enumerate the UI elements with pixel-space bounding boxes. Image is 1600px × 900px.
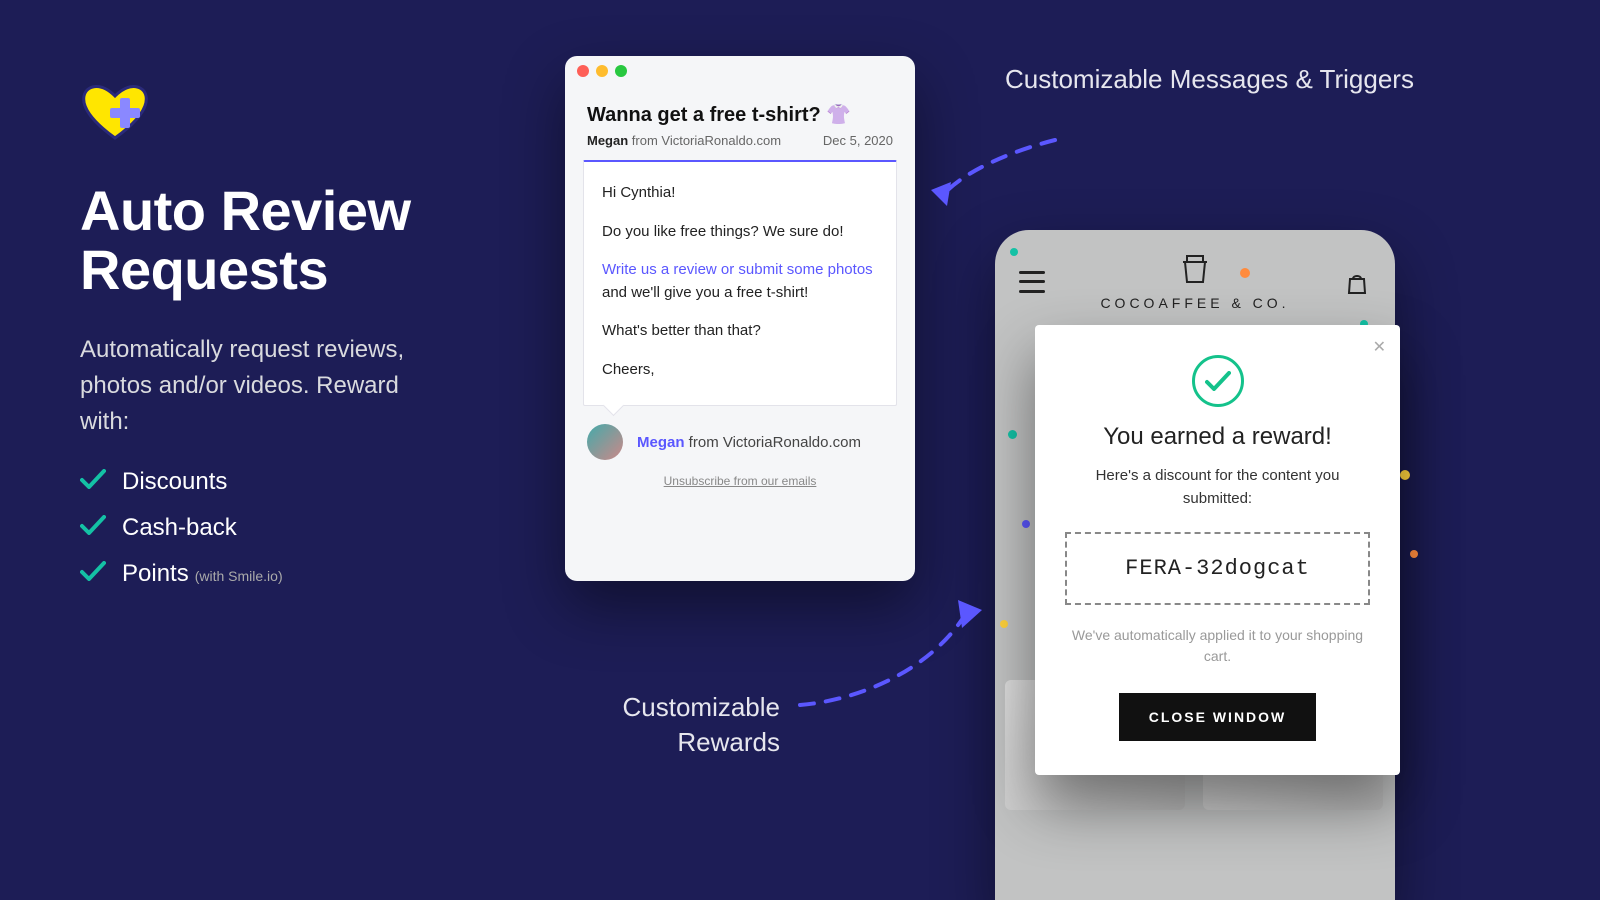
check-icon bbox=[80, 514, 106, 542]
benefit-label: Points bbox=[122, 560, 189, 588]
email-body: Hi Cynthia! Do you like free things? We … bbox=[583, 160, 897, 406]
page-subhead: Automatically request reviews, photos an… bbox=[80, 332, 420, 440]
check-icon bbox=[80, 560, 106, 588]
sig-name: Megan bbox=[637, 434, 685, 451]
benefit-discounts: Discounts bbox=[80, 468, 500, 496]
arrow-to-reward bbox=[790, 590, 990, 725]
benefit-cashback: Cash-back bbox=[80, 514, 500, 542]
sig-from: from VictoriaRonaldo.com bbox=[685, 434, 861, 451]
email-line1: Do you like free things? We sure do! bbox=[602, 221, 878, 244]
reward-title: You earned a reward! bbox=[1065, 423, 1370, 451]
benefit-fineprint: (with Smile.io) bbox=[195, 568, 283, 588]
email-review-link[interactable]: Write us a review or submit some photos bbox=[602, 261, 873, 278]
email-preview-window: Wanna get a free t-shirt? 👚 Megan from V… bbox=[565, 56, 915, 581]
reward-modal: ✕ You earned a reward! Here's a discount… bbox=[1035, 325, 1400, 775]
benefit-points: Points (with Smile.io) bbox=[80, 560, 500, 588]
email-line3: What's better than that? bbox=[602, 320, 878, 343]
shopping-bag-icon[interactable] bbox=[1345, 271, 1371, 293]
arrow-to-email bbox=[925, 130, 1075, 225]
unsubscribe-link[interactable]: Unsubscribe from our emails bbox=[565, 468, 915, 502]
avatar bbox=[587, 424, 623, 460]
confetti-dot bbox=[1022, 520, 1030, 528]
hamburger-icon[interactable] bbox=[1019, 271, 1045, 293]
callout-rewards: Customizable Rewards bbox=[600, 690, 780, 760]
confetti-dot bbox=[1240, 268, 1250, 278]
window-close-dot[interactable] bbox=[577, 65, 589, 77]
email-date: Dec 5, 2020 bbox=[823, 133, 893, 148]
reward-applied-note: We've automatically applied it to your s… bbox=[1065, 625, 1370, 667]
email-from: Megan from VictoriaRonaldo.com bbox=[587, 133, 781, 148]
email-signature: Megan from VictoriaRonaldo.com bbox=[565, 406, 915, 468]
check-icon bbox=[80, 468, 106, 496]
reward-lead: Here's a discount for the content you su… bbox=[1065, 465, 1370, 510]
coffee-cup-icon bbox=[1181, 252, 1209, 289]
heart-plus-logo bbox=[80, 82, 150, 142]
confetti-dot bbox=[1000, 620, 1008, 628]
benefit-label: Discounts bbox=[122, 468, 227, 496]
close-icon[interactable]: ✕ bbox=[1373, 337, 1386, 357]
window-traffic-lights bbox=[565, 56, 915, 86]
confetti-dot bbox=[1008, 430, 1017, 439]
email-greeting: Hi Cynthia! bbox=[602, 182, 878, 205]
discount-code[interactable]: FERA-32dogcat bbox=[1065, 532, 1370, 605]
success-check-icon bbox=[1192, 355, 1244, 407]
close-window-button[interactable]: CLOSE WINDOW bbox=[1119, 693, 1317, 741]
benefit-label: Cash-back bbox=[122, 514, 237, 542]
window-zoom-dot[interactable] bbox=[615, 65, 627, 77]
window-minimize-dot[interactable] bbox=[596, 65, 608, 77]
page-headline: Auto Review Requests bbox=[80, 182, 500, 300]
email-cta-line: Write us a review or submit some photos … bbox=[602, 259, 878, 304]
callout-messages: Customizable Messages & Triggers bbox=[1005, 62, 1414, 97]
confetti-dot bbox=[1400, 470, 1410, 480]
email-signoff: Cheers, bbox=[602, 359, 878, 382]
store-brand: COCOAFFEE & CO. bbox=[1100, 295, 1289, 311]
email-subject: Wanna get a free t-shirt? 👚 bbox=[587, 102, 893, 127]
confetti-dot bbox=[1010, 248, 1018, 256]
confetti-dot bbox=[1410, 550, 1418, 558]
